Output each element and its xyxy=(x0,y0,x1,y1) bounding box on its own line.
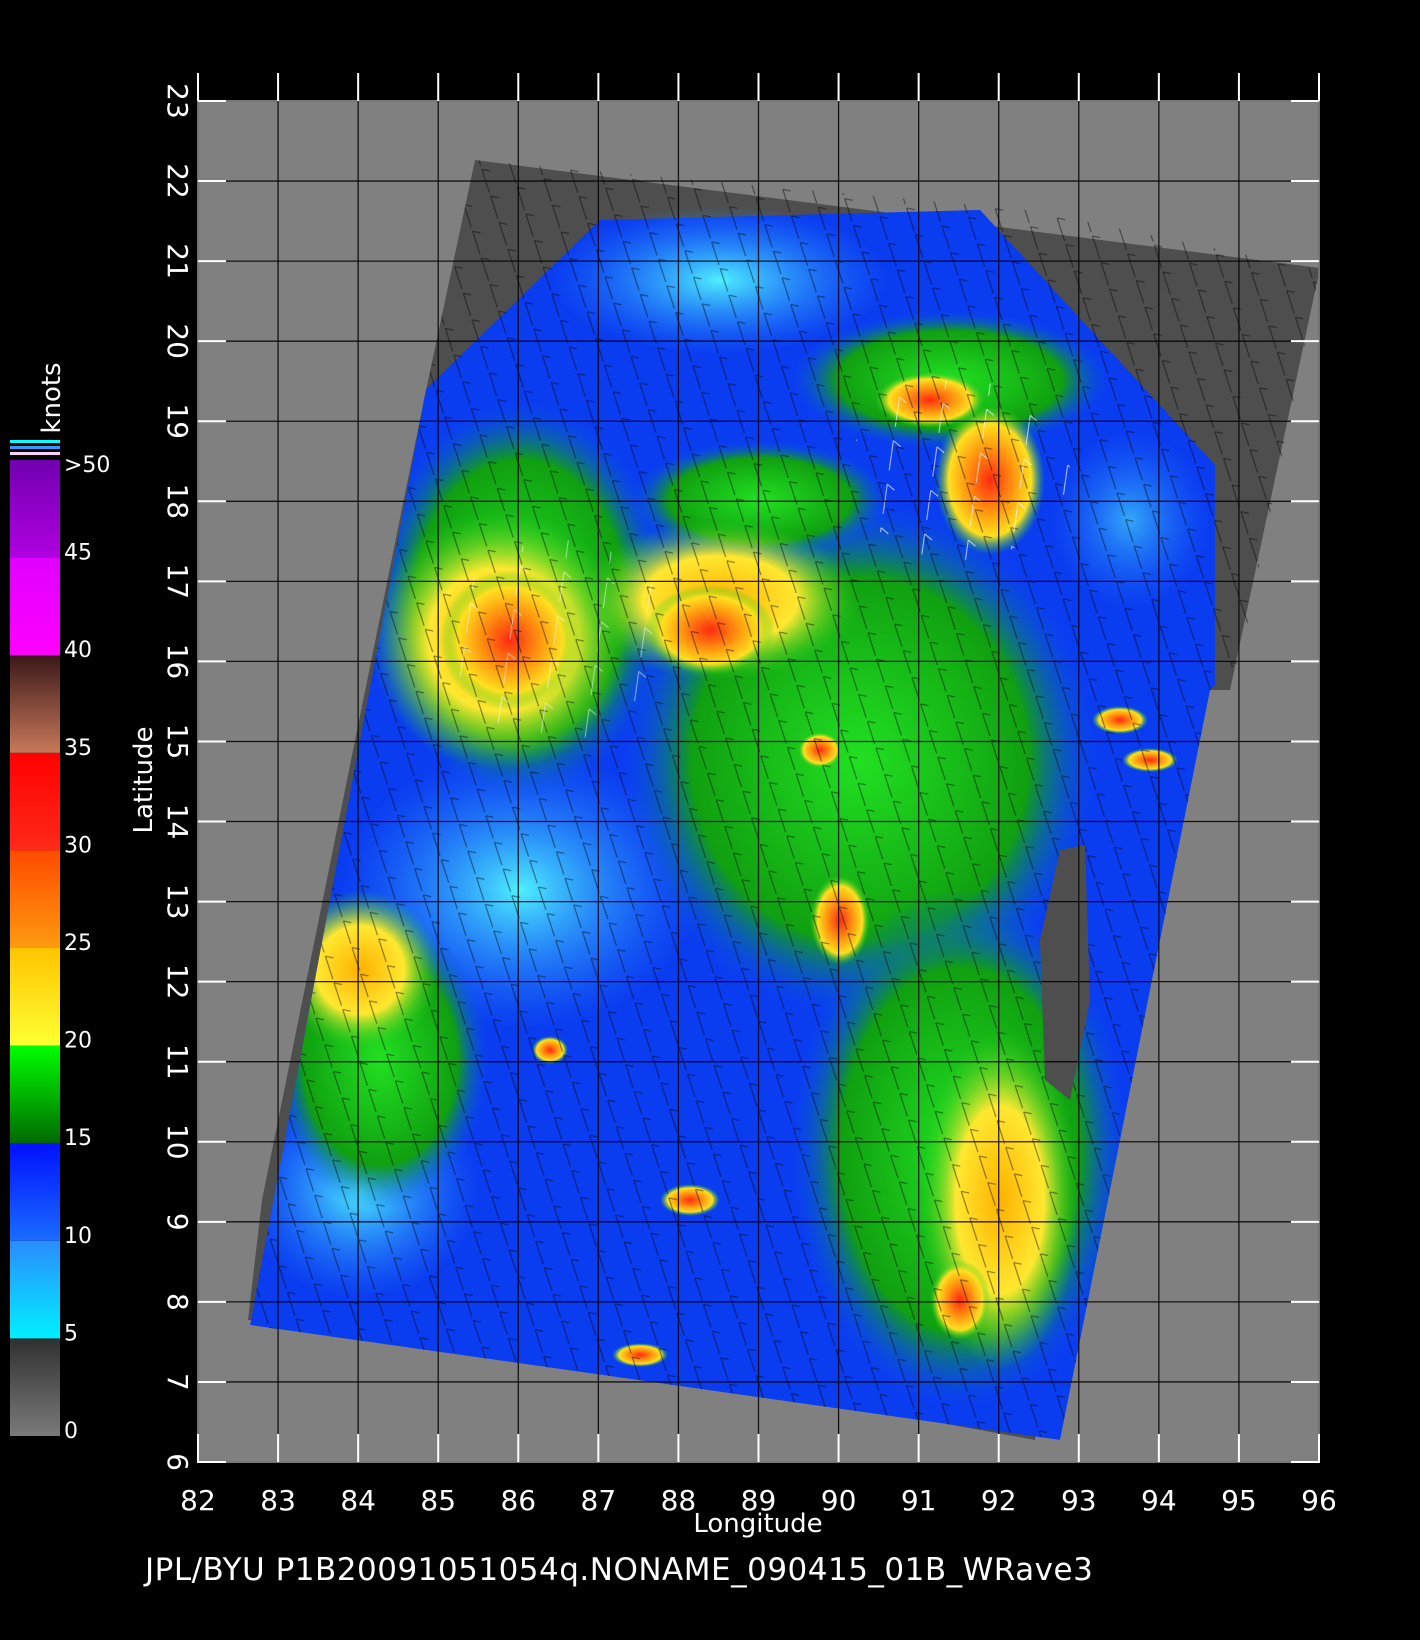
lat-tick-label: 11 xyxy=(161,1044,194,1080)
colorbar-band xyxy=(10,850,60,948)
lon-tick-label: 93 xyxy=(1061,1484,1097,1517)
colorbar-label: 20 xyxy=(64,1029,92,1054)
lat-tick-label: 17 xyxy=(161,564,194,600)
colorbar-label: 45 xyxy=(64,541,92,566)
colorbar-top-stripe-blue xyxy=(10,446,60,449)
lat-tick-label: 15 xyxy=(161,724,194,760)
lat-tick-label: 7 xyxy=(161,1373,194,1391)
colorbar-label: 35 xyxy=(64,736,92,761)
y-axis-title: Latitude xyxy=(129,726,159,833)
colorbar-band xyxy=(10,752,60,851)
lat-tick-label: 20 xyxy=(161,323,194,359)
colorbar-band xyxy=(10,655,60,753)
lat-tick-label: 16 xyxy=(161,644,194,680)
lon-tick-label: 85 xyxy=(420,1484,456,1517)
latitude-tick-labels: 6 7 8 9 10 11 12 13 14 15 16 17 18 19 20 21 22 23 xyxy=(161,83,194,1471)
colorbar-label: 25 xyxy=(64,931,92,956)
colorbar-label: 40 xyxy=(64,638,92,663)
colorbar-label: 5 xyxy=(64,1321,78,1346)
colorbar-band xyxy=(10,557,60,656)
colorbar-label: 0 xyxy=(64,1419,78,1444)
lat-tick-label: 13 xyxy=(161,884,194,920)
lat-tick-label: 18 xyxy=(161,483,194,519)
colorbar-label: 30 xyxy=(64,833,92,858)
lat-tick-label: 9 xyxy=(161,1213,194,1231)
colorbar-top-stripe-cyan xyxy=(10,440,60,443)
colorbar-top-stripe-pink xyxy=(10,452,60,455)
colorbar-band xyxy=(10,460,60,558)
lon-tick-label: 91 xyxy=(901,1484,937,1517)
colorbar-label: 15 xyxy=(64,1126,92,1151)
lon-tick-label: 82 xyxy=(180,1484,216,1517)
lon-tick-label: 86 xyxy=(500,1484,536,1517)
lat-tick-label: 6 xyxy=(161,1453,194,1471)
colorbar-label: >50 xyxy=(64,453,110,478)
colorbar-band xyxy=(10,1240,60,1339)
wind-map-figure: 82 83 84 85 86 87 88 89 90 91 92 93 94 95 96 678910111… xyxy=(10,73,1337,1539)
lat-tick-label: 10 xyxy=(161,1124,194,1160)
lon-tick-label: 94 xyxy=(1141,1484,1177,1517)
lat-tick-label: 22 xyxy=(161,163,194,199)
lat-tick-label: 23 xyxy=(161,83,194,119)
lon-tick-label: 88 xyxy=(661,1484,697,1517)
lat-tick-label: 12 xyxy=(161,964,194,1000)
lon-tick-label: 95 xyxy=(1221,1484,1257,1517)
lon-tick-label: 83 xyxy=(260,1484,296,1517)
footer-caption: JPL/BYU P1B20091051054q.NONAME_090415_01… xyxy=(145,1552,1094,1588)
lon-tick-label: 92 xyxy=(981,1484,1017,1517)
lat-tick-label: 21 xyxy=(161,243,194,279)
colorbar-title: knots xyxy=(37,362,67,433)
lon-tick-label: 90 xyxy=(821,1484,857,1517)
colorbar-label: 10 xyxy=(64,1224,92,1249)
colorbar-band xyxy=(10,1338,60,1436)
colorbar-band xyxy=(10,948,60,1046)
lat-tick-label: 8 xyxy=(161,1293,194,1311)
lat-tick-label: 19 xyxy=(161,403,194,439)
lon-tick-label: 87 xyxy=(581,1484,617,1517)
colorbar-band xyxy=(10,1045,60,1144)
lon-tick-label: 96 xyxy=(1301,1484,1337,1517)
lat-tick-label: 14 xyxy=(161,804,194,840)
x-axis-title: Longitude xyxy=(693,1509,822,1539)
wind-speed-colorbar xyxy=(10,460,60,1436)
lon-tick-label: 84 xyxy=(340,1484,376,1517)
colorbar-band xyxy=(10,1143,60,1241)
colorbar-labels: >50 45 40 35 30 25 20 15 10 5 0 xyxy=(64,453,110,1444)
